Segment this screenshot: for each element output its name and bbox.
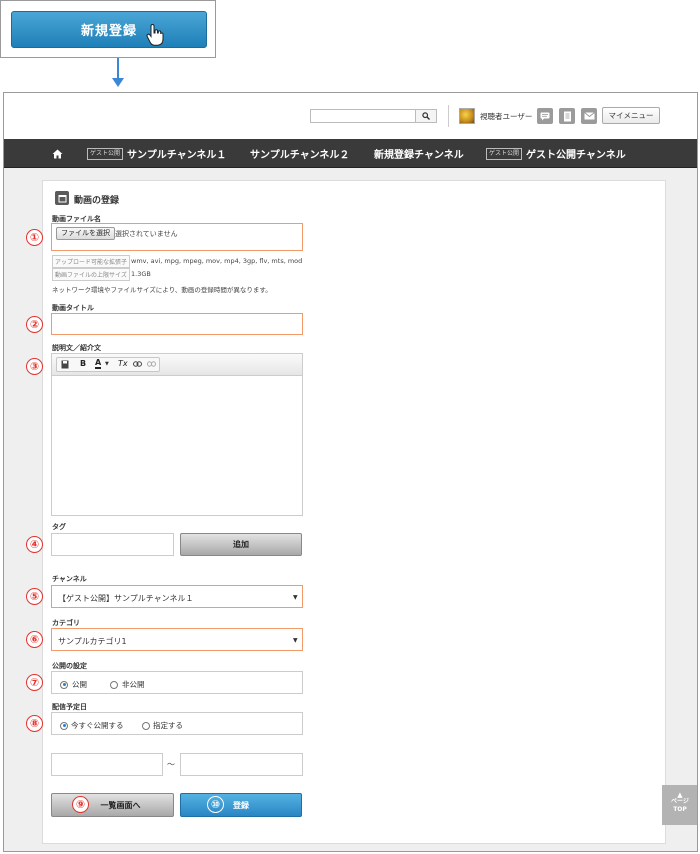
nav-item-label: サンプルチャンネル２ bbox=[250, 150, 350, 161]
chevron-down-icon: ▼ bbox=[293, 594, 298, 601]
visibility-private-radio[interactable]: 非公開 bbox=[110, 679, 145, 690]
back-button-label: 一覧画面へ bbox=[100, 800, 141, 810]
my-menu-button[interactable]: マイメニュー bbox=[602, 107, 660, 124]
category-selected: サンプルカテゴリ1 bbox=[58, 637, 127, 646]
new-registration-button[interactable]: 新規登録 bbox=[11, 11, 207, 48]
back-to-list-button[interactable]: 一覧画面へ bbox=[51, 793, 174, 817]
save-icon[interactable] bbox=[61, 360, 69, 369]
link-icon[interactable] bbox=[133, 361, 142, 367]
page-title: 動画の登録 bbox=[74, 196, 120, 206]
tag-label: タグ bbox=[52, 523, 66, 531]
font-color-icon[interactable]: A bbox=[95, 359, 102, 369]
page-top-line1: ページ bbox=[671, 798, 689, 805]
marker-6: ⑥ bbox=[26, 631, 43, 648]
video-title-label: 動画タイトル bbox=[52, 304, 94, 312]
chevron-down-icon: ▼ bbox=[293, 637, 298, 644]
nav-item-guest-channel[interactable]: ゲスト公開 ゲスト公開チャンネル bbox=[486, 139, 626, 168]
category-select[interactable]: サンプルカテゴリ1 ▼ bbox=[51, 628, 303, 651]
marker-10: ⑩ bbox=[207, 796, 224, 813]
app-window: 視聴者ユーザー マイメニュー ゲスト公開 サンプルチャンネル１ サンプルチャンネ… bbox=[3, 92, 698, 852]
avatar[interactable] bbox=[459, 108, 475, 124]
channel-selected: 【ゲスト公開】サンプルチャンネル１ bbox=[58, 594, 194, 603]
nav-item-new-channel[interactable]: 新規登録チャンネル bbox=[374, 139, 464, 168]
visibility-label: 公開の設定 bbox=[52, 662, 87, 670]
add-tag-button[interactable]: 追加 bbox=[180, 533, 302, 556]
schedule-label: 配信予定日 bbox=[52, 703, 87, 711]
marker-2: ② bbox=[26, 316, 43, 333]
marker-4: ④ bbox=[26, 536, 43, 553]
schedule-to-input[interactable] bbox=[180, 753, 303, 776]
marker-9: ⑨ bbox=[72, 796, 89, 813]
search-icon bbox=[422, 112, 430, 120]
description-label: 説明文／紹介文 bbox=[52, 344, 101, 352]
schedule-specify-radio[interactable]: 指定する bbox=[142, 720, 183, 731]
radio-label: 今すぐ公開する bbox=[71, 721, 124, 730]
register-button[interactable]: 登録 bbox=[180, 793, 302, 817]
marker-1: ① bbox=[26, 229, 43, 246]
category-label: カテゴリ bbox=[52, 619, 80, 627]
editor-toolbar: B A ▼ Tx bbox=[52, 354, 302, 376]
visibility-public-radio[interactable]: 公開 bbox=[60, 679, 87, 690]
search-button[interactable] bbox=[415, 109, 437, 123]
radio-icon bbox=[60, 680, 68, 689]
marker-5: ⑤ bbox=[26, 588, 43, 605]
no-file-text: 選択されていません bbox=[115, 230, 178, 238]
schedule-radio-group: 今すぐ公開する 指定する bbox=[51, 712, 303, 735]
channel-nav: ゲスト公開 サンプルチャンネル１ サンプルチャンネル２ 新規登録チャンネル ゲス… bbox=[4, 139, 697, 168]
flow-arrow-line bbox=[117, 58, 119, 80]
clear-format-icon[interactable]: Tx bbox=[118, 359, 128, 368]
home-icon[interactable] bbox=[52, 139, 63, 168]
radio-icon bbox=[142, 721, 150, 730]
video-register-form: 動画の登録 動画ファイル名 ファイルを選択 選択されていません アップロード可能… bbox=[26, 180, 666, 844]
guest-tag: ゲスト公開 bbox=[87, 147, 124, 160]
mail-icon[interactable] bbox=[581, 108, 597, 124]
hand-pointer-icon bbox=[146, 24, 164, 46]
marker-8: ⑧ bbox=[26, 715, 43, 732]
radio-icon bbox=[60, 721, 68, 730]
document-icon[interactable] bbox=[559, 108, 575, 124]
choose-file-button[interactable]: ファイルを選択 bbox=[56, 227, 115, 240]
file-field[interactable]: ファイルを選択 選択されていません bbox=[51, 223, 303, 251]
video-title-input[interactable] bbox=[51, 313, 303, 335]
dropdown-caret-icon[interactable]: ▼ bbox=[105, 361, 109, 367]
nav-item-label: サンプルチャンネル１ bbox=[127, 150, 227, 161]
nav-item-label: 新規登録チャンネル bbox=[374, 150, 464, 161]
extension-values: wmv, avi, mpg, mpeg, mov, mp4, 3gp, flv,… bbox=[131, 257, 303, 265]
radio-label: 指定する bbox=[153, 721, 183, 730]
marker-3: ③ bbox=[26, 358, 43, 375]
top-header: 視聴者ユーザー マイメニュー bbox=[4, 93, 697, 139]
range-separator: ～ bbox=[167, 760, 175, 769]
page-top-line2: TOP bbox=[673, 806, 687, 813]
bold-icon[interactable]: B bbox=[80, 359, 86, 368]
new-registration-callout: 新規登録 bbox=[0, 0, 216, 58]
message-icon[interactable] bbox=[537, 108, 553, 124]
page-top-button[interactable]: ▲ ページ TOP bbox=[662, 785, 697, 825]
nav-item-channel-1[interactable]: ゲスト公開 サンプルチャンネル１ bbox=[87, 139, 226, 168]
radio-label: 公開 bbox=[72, 680, 87, 689]
marker-7: ⑦ bbox=[26, 674, 43, 691]
search-input[interactable] bbox=[310, 109, 416, 123]
nav-item-label: ゲスト公開チャンネル bbox=[526, 150, 626, 161]
nav-item-channel-2[interactable]: サンプルチャンネル２ bbox=[250, 139, 349, 168]
unlink-icon[interactable] bbox=[147, 361, 156, 367]
schedule-from-input[interactable] bbox=[51, 753, 163, 776]
description-editor: B A ▼ Tx bbox=[51, 353, 303, 516]
channel-select[interactable]: 【ゲスト公開】サンプルチャンネル１ ▼ bbox=[51, 585, 303, 608]
schedule-now-radio[interactable]: 今すぐ公開する bbox=[60, 720, 124, 731]
down-arrow-icon bbox=[112, 78, 124, 87]
channel-label: チャンネル bbox=[52, 575, 87, 583]
description-textarea[interactable] bbox=[52, 377, 302, 515]
extension-tag: アップロード可能な拡張子 bbox=[52, 255, 131, 268]
visibility-radio-group: 公開 非公開 bbox=[51, 671, 303, 694]
guest-tag: ゲスト公開 bbox=[486, 147, 523, 160]
radio-icon bbox=[110, 680, 118, 689]
size-tag: 動画ファイルの上限サイズ bbox=[52, 268, 130, 281]
network-note: ネットワーク環境やファイルサイズにより、動画の登録時間が異なります。 bbox=[52, 286, 272, 294]
header-divider bbox=[448, 105, 449, 127]
size-value: 1.3GB bbox=[131, 270, 151, 278]
video-box-icon bbox=[55, 191, 69, 205]
radio-label: 非公開 bbox=[122, 680, 145, 689]
user-name[interactable]: 視聴者ユーザー bbox=[480, 111, 532, 122]
tag-input[interactable] bbox=[51, 533, 174, 556]
